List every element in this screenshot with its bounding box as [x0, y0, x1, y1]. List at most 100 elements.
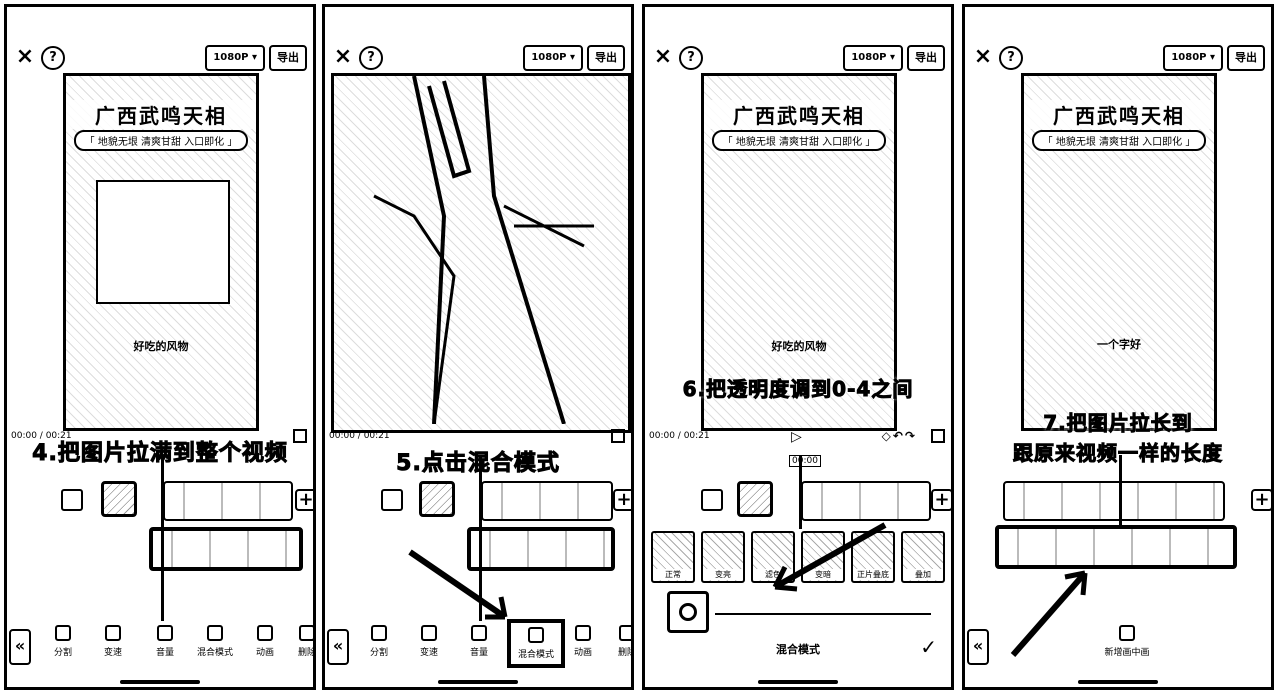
tool-label: 删除 — [297, 648, 316, 658]
export-button[interactable]: 导出 — [907, 45, 945, 71]
home-indicator — [120, 680, 200, 684]
volume-tool[interactable]: 音量 — [145, 625, 185, 658]
undo-redo-icon[interactable]: ◇↶↷ — [882, 429, 917, 443]
cover-thumbnail[interactable] — [737, 481, 773, 517]
tool-label: 变速 — [103, 648, 122, 658]
help-icon[interactable]: ? — [999, 46, 1023, 70]
resolution-button[interactable]: 1080P ▾ — [1163, 45, 1223, 71]
delete-icon — [619, 625, 631, 641]
blend-mode-label: 叠加 — [903, 569, 943, 580]
blend-mode-tool[interactable]: 混合模式 — [195, 625, 235, 658]
blend-mode-item[interactable]: 叠加 — [901, 531, 945, 583]
export-button[interactable]: 导出 — [587, 45, 625, 71]
step-caption-line-2: 跟原来视频一样的长度 — [1013, 441, 1223, 466]
tool-label: 音量 — [155, 648, 174, 658]
main-video-track[interactable] — [1003, 481, 1225, 521]
top-bar: × ? 1080P ▾ 导出 — [331, 45, 625, 71]
delete-tool[interactable]: 删除 — [607, 625, 631, 658]
mute-icon[interactable] — [701, 489, 723, 511]
timecode: 00:00 / 00:21 — [329, 431, 390, 441]
close-icon[interactable]: × — [971, 45, 995, 69]
tool-label: 新增画中画 — [1104, 648, 1150, 658]
help-icon[interactable]: ? — [679, 46, 703, 70]
help-icon[interactable]: ? — [41, 46, 65, 70]
close-icon[interactable]: × — [13, 45, 37, 69]
timecode: 00:00 / 00:21 — [649, 431, 710, 441]
close-icon[interactable]: × — [331, 45, 355, 69]
animation-tool[interactable]: 动画 — [563, 625, 603, 658]
top-bar: × ? 1080P ▾ 导出 — [971, 45, 1265, 71]
animation-tool[interactable]: 动画 — [245, 625, 285, 658]
screenshot-panel-1: × ? 1080P ▾ 导出 广西武鸣天相 「 地貌无垠 清爽甘甜 入口即化 」… — [4, 4, 316, 690]
playhead[interactable] — [161, 455, 164, 621]
tool-label: 变速 — [419, 648, 438, 658]
opacity-slider-track[interactable] — [715, 613, 931, 615]
blend-mode-icon — [207, 625, 223, 641]
add-clip-button[interactable]: + — [613, 489, 631, 511]
split-tool[interactable]: 分割 — [359, 625, 399, 658]
cover-thumbnail[interactable] — [101, 481, 137, 517]
tool-label: 混合模式 — [517, 650, 554, 660]
split-icon — [55, 625, 71, 641]
back-icon[interactable]: « — [9, 629, 31, 665]
cover-thumbnail[interactable] — [419, 481, 455, 517]
fullscreen-icon[interactable] — [611, 429, 625, 443]
playhead[interactable] — [1119, 455, 1122, 525]
picture-track[interactable] — [149, 527, 303, 571]
back-icon[interactable]: « — [967, 629, 989, 665]
add-clip-button[interactable]: + — [1251, 489, 1271, 511]
export-button[interactable]: 导出 — [1227, 45, 1265, 71]
resolution-button[interactable]: 1080P ▾ — [523, 45, 583, 71]
resolution-button[interactable]: 1080P ▾ — [843, 45, 903, 71]
add-clip-button[interactable]: + — [931, 489, 951, 511]
add-pip-tool[interactable]: 新增画中画 — [1097, 625, 1157, 658]
screenshot-panel-2: × ? 1080P ▾ 导出 00:00 / 00:21 5.点击混合模式 + … — [322, 4, 634, 690]
resolution-button[interactable]: 1080P ▾ — [205, 45, 265, 71]
delete-icon — [299, 625, 313, 641]
speed-tool[interactable]: 变速 — [93, 625, 133, 658]
home-indicator — [758, 680, 838, 684]
confirm-check-icon[interactable]: ✓ — [920, 635, 937, 659]
video-preview: 广西武鸣天相 「 地貌无垠 清爽甘甜 入口即化 」 好吃的风物 — [63, 73, 259, 431]
screenshot-panel-4: × ? 1080P ▾ 导出 广西武鸣天相 「 地貌无垠 清爽甘甜 入口即化 」… — [962, 4, 1274, 690]
top-bar: × ? 1080P ▾ 导出 — [13, 45, 307, 71]
speed-icon — [421, 625, 437, 641]
blend-mode-item[interactable]: 变亮 — [701, 531, 745, 583]
edit-toolbar: « 分割 变速 音量 混合模式 动画 删除 — [7, 617, 313, 677]
blend-mode-item[interactable]: 正常 — [651, 531, 695, 583]
video-caption: 好吃的风物 — [133, 340, 189, 353]
volume-tool[interactable]: 音量 — [459, 625, 499, 658]
opacity-slider-knob[interactable] — [667, 591, 709, 633]
mute-icon[interactable] — [381, 489, 403, 511]
split-tool[interactable]: 分割 — [43, 625, 83, 658]
tool-label: 分割 — [369, 648, 388, 658]
fullscreen-icon[interactable] — [931, 429, 945, 443]
tool-label: 音量 — [469, 648, 488, 658]
video-title: 广西武鸣天相 — [1024, 100, 1214, 129]
main-video-track[interactable] — [481, 481, 613, 521]
inserted-picture[interactable] — [96, 180, 230, 304]
blend-mode-tool[interactable]: 混合模式 — [507, 619, 565, 668]
close-icon[interactable]: × — [651, 45, 675, 69]
step-caption: 4.把图片拉满到整个视频 — [32, 441, 288, 467]
split-icon — [371, 625, 387, 641]
play-icon[interactable]: ▷ — [791, 429, 802, 445]
tool-label: 分割 — [53, 648, 72, 658]
export-button[interactable]: 导出 — [269, 45, 307, 71]
person-illustration — [373, 75, 594, 425]
mute-icon[interactable] — [61, 489, 83, 511]
help-icon[interactable]: ? — [359, 46, 383, 70]
main-video-track[interactable] — [163, 481, 293, 521]
main-video-track[interactable] — [801, 481, 931, 521]
video-subtitle: 「 地貌无垠 清爽甘甜 入口即化 」 — [712, 130, 886, 151]
pointer-arrow — [772, 522, 887, 592]
pointer-arrow — [408, 549, 508, 620]
tool-label: 动画 — [573, 648, 592, 658]
animation-icon — [575, 625, 591, 641]
back-icon[interactable]: « — [327, 629, 349, 665]
step-caption: 6.把透明度调到0-4之间 — [682, 377, 914, 402]
add-clip-button[interactable]: + — [295, 489, 313, 511]
video-caption: 一个字好 — [1097, 338, 1141, 351]
delete-tool[interactable]: 删除 — [287, 625, 316, 658]
speed-tool[interactable]: 变速 — [409, 625, 449, 658]
